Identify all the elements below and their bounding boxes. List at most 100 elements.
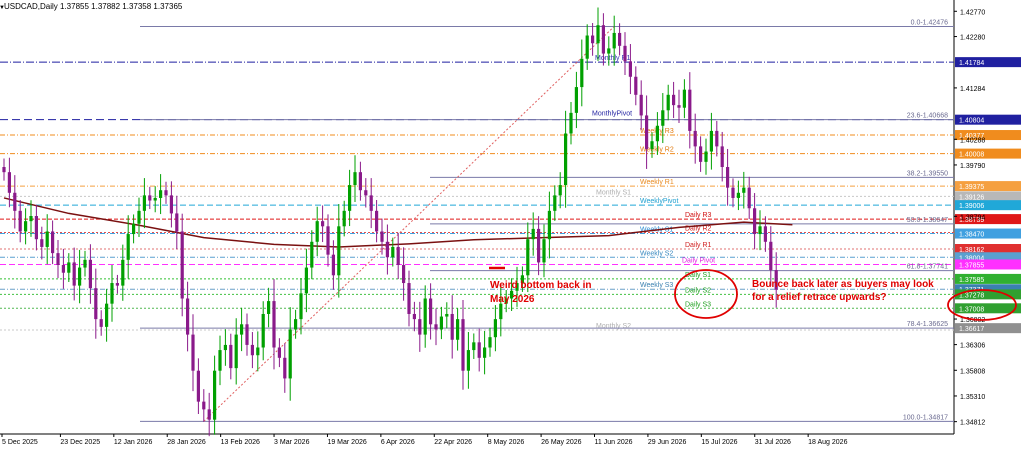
candle-body[interactable] <box>245 324 249 345</box>
candle-body[interactable] <box>110 283 114 304</box>
candle-body[interactable] <box>207 409 211 420</box>
candle-body[interactable] <box>358 172 362 191</box>
candle-body[interactable] <box>407 283 411 314</box>
candle-body[interactable] <box>747 187 751 209</box>
candle-body[interactable] <box>547 210 551 240</box>
candle-body[interactable] <box>277 347 281 358</box>
candle-body[interactable] <box>229 344 233 369</box>
candle-body[interactable] <box>623 45 627 62</box>
candle-body[interactable] <box>186 298 190 335</box>
candle-body[interactable] <box>34 216 38 240</box>
candle-body[interactable] <box>51 231 55 254</box>
candle-body[interactable] <box>218 350 222 371</box>
candle-body[interactable] <box>2 167 6 173</box>
candle-body[interactable] <box>180 231 184 299</box>
candle-body[interactable] <box>645 115 649 149</box>
candle-body[interactable] <box>234 334 238 369</box>
candle-body[interactable] <box>83 259 87 268</box>
candle-body[interactable] <box>682 89 686 108</box>
candle-body[interactable] <box>736 192 740 198</box>
candle-body[interactable] <box>628 61 632 77</box>
candle-body[interactable] <box>574 87 578 113</box>
candle-body[interactable] <box>24 221 28 232</box>
candle-body[interactable] <box>294 319 298 330</box>
candle-body[interactable] <box>607 48 611 54</box>
candle-body[interactable] <box>429 298 433 325</box>
candle-body[interactable] <box>380 231 384 242</box>
candle-body[interactable] <box>580 58 584 88</box>
candle-body[interactable] <box>537 228 541 263</box>
candle-body[interactable] <box>753 208 757 235</box>
candle-body[interactable] <box>283 357 287 379</box>
candle-body[interactable] <box>342 210 346 227</box>
candle-body[interactable] <box>132 223 136 235</box>
candle-body[interactable] <box>585 35 589 59</box>
candle-body[interactable] <box>450 313 454 340</box>
candle-body[interactable] <box>526 239 530 276</box>
candle-body[interactable] <box>693 130 697 147</box>
candle-body[interactable] <box>699 146 703 162</box>
candle-body[interactable] <box>715 130 719 147</box>
candle-body[interactable] <box>612 32 616 49</box>
candle-body[interactable] <box>439 316 443 330</box>
candle-body[interactable] <box>99 319 103 327</box>
candle-body[interactable] <box>18 210 22 232</box>
candle-body[interactable] <box>434 324 438 330</box>
candle-body[interactable] <box>731 187 735 198</box>
candle-body[interactable] <box>412 313 416 320</box>
candle-body[interactable] <box>639 94 643 116</box>
candle-body[interactable] <box>94 288 98 320</box>
candle-body[interactable] <box>272 301 276 348</box>
candle-body[interactable] <box>115 283 119 286</box>
candle-body[interactable] <box>159 190 163 198</box>
candle-body[interactable] <box>175 213 179 232</box>
candle-body[interactable] <box>672 94 676 106</box>
candle-body[interactable] <box>396 246 400 265</box>
candle-body[interactable] <box>499 303 503 320</box>
candle-body[interactable] <box>391 246 395 258</box>
candle-body[interactable] <box>666 94 670 111</box>
candle-body[interactable] <box>331 254 335 276</box>
candle-body[interactable] <box>72 262 76 286</box>
candle-body[interactable] <box>202 401 206 410</box>
candle-body[interactable] <box>337 226 341 276</box>
candle-body[interactable] <box>456 319 460 340</box>
candle-body[interactable] <box>153 197 157 201</box>
candle-body[interactable] <box>618 32 622 46</box>
candle-body[interactable] <box>142 195 146 211</box>
candle-body[interactable] <box>45 231 49 247</box>
candle-body[interactable] <box>542 239 546 263</box>
candle-body[interactable] <box>121 259 125 286</box>
candle-body[interactable] <box>105 303 109 327</box>
candle-body[interactable] <box>650 141 654 149</box>
candle-body[interactable] <box>704 151 708 162</box>
candle-body[interactable] <box>369 195 373 211</box>
candle-body[interactable] <box>477 342 481 358</box>
candle-body[interactable] <box>688 89 692 131</box>
candle-body[interactable] <box>164 190 168 196</box>
candle-body[interactable] <box>461 319 465 371</box>
candle-body[interactable] <box>126 234 130 260</box>
candle-body[interactable] <box>169 195 173 214</box>
candle-body[interactable] <box>655 125 659 142</box>
candle-body[interactable] <box>483 347 487 358</box>
candle-body[interactable] <box>591 35 595 44</box>
candle-body[interactable] <box>677 105 681 108</box>
candle-body[interactable] <box>7 172 11 193</box>
candle-body[interactable] <box>196 370 200 402</box>
candle-body[interactable] <box>375 210 379 232</box>
candle-body[interactable] <box>553 195 557 211</box>
candle-body[interactable] <box>240 324 244 335</box>
candle-body[interactable] <box>67 262 71 273</box>
candle-body[interactable] <box>256 347 260 356</box>
candle-body[interactable] <box>191 334 195 371</box>
candle-body[interactable] <box>148 195 152 201</box>
candle-body[interactable] <box>634 76 638 95</box>
candle-body[interactable] <box>472 342 476 351</box>
candle-body[interactable] <box>61 264 65 273</box>
candle-body[interactable] <box>742 187 746 193</box>
candle-body[interactable] <box>304 267 308 294</box>
candle-body[interactable] <box>364 190 368 196</box>
candle-body[interactable] <box>596 25 600 44</box>
candle-body[interactable] <box>310 241 314 268</box>
